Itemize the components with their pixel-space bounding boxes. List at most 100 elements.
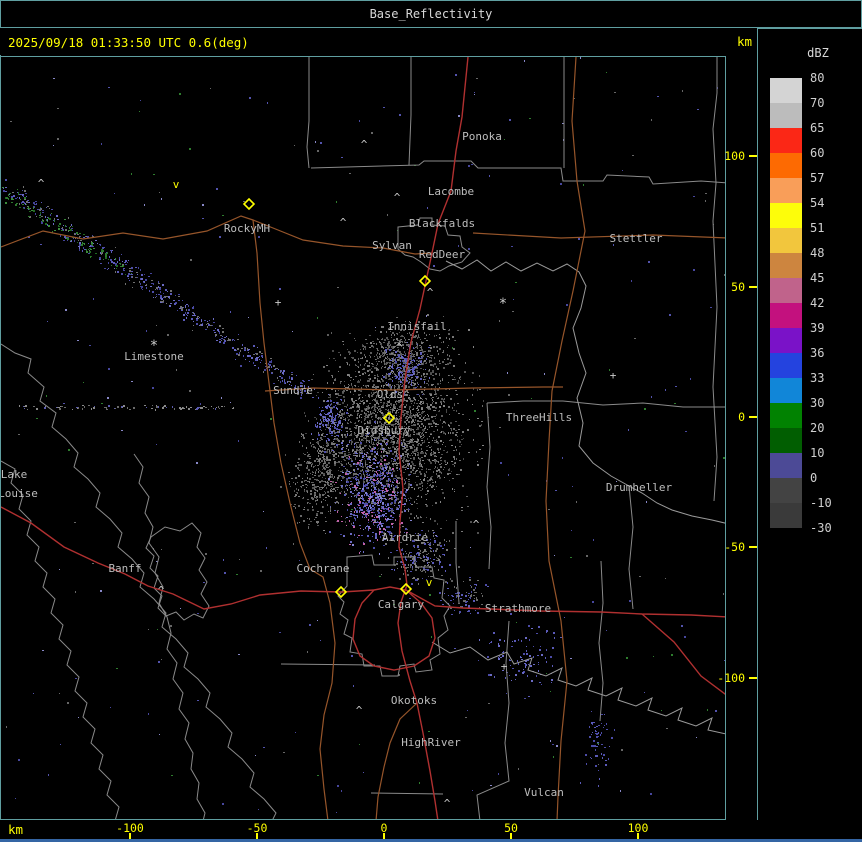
bow-river	[431, 641, 725, 735]
right-axis-tick-mark	[749, 416, 757, 418]
city-label-olds: Olds	[377, 388, 404, 401]
page-title: Base_Reflectivity	[369, 7, 493, 21]
city-label-highriver: HighRiver	[401, 736, 461, 749]
city-label-limestone: Limestone	[124, 350, 184, 363]
legend-color-block	[770, 328, 802, 353]
wind-barb-v-icon: v	[426, 576, 433, 589]
legend-tick-label: 36	[810, 346, 825, 360]
caret-marker-icon: ^	[394, 191, 401, 204]
legend-tick-label: 80	[810, 71, 825, 85]
highway-21-brown	[545, 57, 586, 819]
legend-color-block	[770, 253, 802, 278]
legend-tick-label: 70	[810, 96, 825, 110]
legend-tick-label: -30	[810, 521, 832, 535]
highway-22-brown	[252, 219, 336, 819]
city-labels: Ponoka Lacombe Blackfalds Sylvan RedDeer Stet…	[1, 130, 672, 799]
boundary-gray	[310, 160, 725, 185]
legend-tick-label: 60	[810, 146, 825, 160]
city-label-blackfalds: Blackfalds	[409, 217, 475, 230]
highway-12-brown	[472, 232, 725, 239]
legend-color-block	[770, 228, 802, 253]
city-label-sylvan: Sylvan	[372, 239, 412, 252]
wind-barb-v-icon: v	[173, 178, 180, 191]
legend-tick-label: 20	[810, 421, 825, 435]
plus-marker-icon: +	[610, 369, 617, 382]
right-axis-tick-label: 0	[738, 410, 745, 424]
echo-cluster-sun-strobe-beam	[3, 179, 315, 399]
legend-color-block	[770, 428, 802, 453]
legend-color-block	[770, 78, 802, 103]
title-bar: Base_Reflectivity	[0, 0, 862, 28]
city-label-drumheller: Drumheller	[606, 481, 673, 494]
city-label-louise: Louise	[1, 487, 38, 500]
legend-color-block	[770, 303, 802, 328]
legend-tick-label: 65	[810, 121, 825, 135]
city-label-ponoka: Ponoka	[462, 130, 502, 143]
legend-color-block	[770, 403, 802, 428]
right-axis-tick-label: -50	[724, 540, 745, 554]
legend-unit-label: dBZ	[807, 46, 829, 60]
right-axis-tick-label: 50	[731, 280, 745, 294]
caret-marker-icon: ^	[340, 216, 347, 229]
boundary-gray	[455, 521, 460, 604]
legend-color-block	[770, 128, 802, 153]
boundary-gray	[370, 792, 444, 795]
legend-color-block	[770, 478, 802, 503]
boundary-gray	[476, 620, 510, 819]
legend-tick-label: 51	[810, 221, 825, 235]
highway-2a-brown	[375, 702, 418, 819]
boundary-gray	[486, 402, 492, 570]
echo-cluster-blue-west	[311, 394, 350, 453]
right-axis-tick-mark	[749, 546, 757, 548]
asterisk-marker-icon: *	[499, 296, 507, 312]
bottom-distance-axis: km -100 -50 0 50 100	[0, 820, 758, 839]
city-label-okotoks: Okotoks	[391, 694, 437, 707]
boundary-gray	[628, 485, 634, 610]
city-label-didsbury: Didsbury	[358, 424, 411, 437]
timestamp-elevation-label: 2025/09/18 01:33:50 UTC 0.6(deg)	[8, 35, 249, 50]
legend-tick-label: 42	[810, 296, 825, 310]
legend-tick-label: 10	[810, 446, 825, 460]
legend-color-block	[770, 453, 802, 478]
legend-tick-label: 48	[810, 246, 825, 260]
right-axis-tick-label: 100	[724, 149, 745, 163]
right-axis-tick-mark	[749, 155, 757, 157]
highway-11-brown	[1, 215, 433, 255]
legend-tick-label: -10	[810, 496, 832, 510]
city-label-calgary: Calgary	[378, 598, 425, 611]
city-label-stettler: Stettler	[610, 232, 663, 245]
caret-marker-icon: ^	[158, 584, 165, 597]
boundary-gray	[598, 560, 604, 722]
caret-marker-icon: ^	[38, 177, 45, 190]
mountain-boundary	[133, 453, 206, 819]
echo-cluster-south-streak	[580, 711, 615, 787]
legend-color-block	[770, 103, 802, 128]
caret-marker-icon: ^	[396, 341, 403, 354]
reflectivity-legend: dBZ 80 70 65 60 57 54 51 48 45 42 39 36 33 30 20 10 0 -10…	[757, 28, 862, 842]
calgary-city-outline	[337, 554, 451, 677]
caret-marker-icon: ^	[356, 704, 363, 717]
radar-station-diamond-icon	[242, 197, 256, 211]
legend-color-block	[770, 178, 802, 203]
city-label-innisfail: Innisfail	[387, 320, 447, 333]
legend-tick-label: 30	[810, 396, 825, 410]
info-bar: 2025/09/18 01:33:50 UTC 0.6(deg) km	[0, 28, 758, 55]
legend-color-block	[770, 153, 802, 178]
right-axis-unit-label: km	[736, 34, 752, 49]
legend-color-block	[770, 353, 802, 378]
caret-marker-icon: ^	[444, 797, 451, 810]
legend-tick-label: 33	[810, 371, 825, 385]
boundary-gray	[306, 57, 310, 169]
plus-marker-icon: +	[275, 296, 282, 309]
boundary-gray	[712, 57, 718, 502]
reddeer-river	[445, 259, 725, 524]
city-label-airdrie: Airdrie	[382, 531, 428, 544]
bottom-axis-unit-label: km	[8, 822, 24, 837]
legend-color-block	[770, 278, 802, 303]
city-label-vulcan: Vulcan	[524, 786, 564, 799]
legend-tick-label: 0	[810, 471, 818, 485]
boundary-gray	[408, 57, 412, 166]
legend-tick-label: 54	[810, 196, 825, 210]
city-label-lake: Lake	[1, 468, 27, 481]
radar-map[interactable]: v v * * + + + ^ ^ ^ ^ ^ ^ ^ ^ ^ ^ Ponoka Lacombe Blackfald…	[0, 56, 726, 820]
